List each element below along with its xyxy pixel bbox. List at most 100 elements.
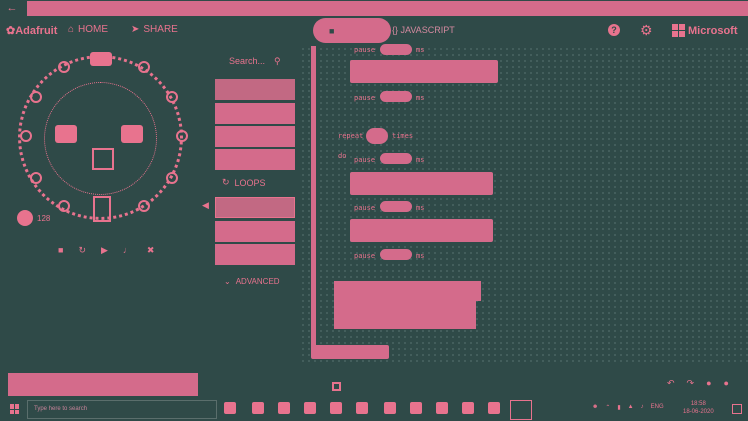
board-pad[interactable] bbox=[20, 130, 32, 142]
board-pad[interactable] bbox=[30, 172, 42, 184]
address-bar[interactable] bbox=[27, 1, 748, 16]
file-explorer-icon[interactable] bbox=[304, 402, 316, 414]
edge-icon[interactable] bbox=[278, 402, 290, 414]
button-a[interactable] bbox=[55, 125, 77, 143]
repeat-count-input[interactable] bbox=[366, 128, 388, 144]
toolbox-category[interactable] bbox=[215, 79, 295, 100]
light-sensor-readout[interactable]: 128 bbox=[17, 210, 50, 226]
app-icon[interactable] bbox=[488, 402, 500, 414]
store-icon[interactable] bbox=[330, 402, 342, 414]
board-pad[interactable] bbox=[58, 61, 70, 73]
board-pad[interactable] bbox=[166, 172, 178, 184]
toolbox-advanced[interactable]: ⌄ ADVANCED bbox=[224, 277, 280, 286]
active-window-icon[interactable] bbox=[510, 400, 532, 420]
mail-icon[interactable] bbox=[356, 402, 368, 414]
fullscreen-icon[interactable]: ✖ bbox=[147, 245, 155, 256]
toolbox-category[interactable] bbox=[215, 221, 295, 242]
redo-icon[interactable]: ↷ bbox=[687, 378, 695, 389]
board-pad[interactable] bbox=[166, 91, 178, 103]
board-pad[interactable] bbox=[30, 91, 42, 103]
undo-icon[interactable]: ↶ bbox=[667, 378, 675, 389]
chevron-up-icon[interactable]: ⌃ bbox=[605, 404, 610, 411]
code-block[interactable] bbox=[334, 301, 476, 329]
toolbox-category[interactable] bbox=[215, 149, 295, 170]
pause-block[interactable]: pause bbox=[354, 252, 375, 260]
pause-value-dropdown[interactable] bbox=[380, 249, 412, 260]
taskbar-clock[interactable]: 18:58 18-06-2020 bbox=[683, 400, 714, 416]
simulator-toolbar: ■ ↻ ▶ ♩ ✖ bbox=[58, 245, 154, 256]
button-b[interactable] bbox=[121, 125, 143, 143]
board-pad[interactable] bbox=[58, 200, 70, 212]
mute-icon[interactable]: ♩ bbox=[123, 245, 132, 256]
home-label: HOME bbox=[78, 24, 109, 35]
clock-time: 18:58 bbox=[690, 401, 706, 407]
logo-text: Adafruit bbox=[15, 25, 58, 37]
castle-icon bbox=[93, 196, 111, 222]
pause-block[interactable]: pause bbox=[354, 204, 375, 212]
code-block[interactable] bbox=[350, 60, 498, 83]
slowmo-icon[interactable]: ▶ bbox=[101, 245, 108, 256]
home-button[interactable]: ⌂ HOME bbox=[68, 24, 108, 35]
toolbox-loops-header[interactable]: ↻ LOOPS bbox=[222, 177, 266, 188]
block-unit: ms bbox=[416, 94, 425, 102]
network-icon[interactable]: ▲ bbox=[628, 404, 634, 411]
js-tab-label: JAVASCRIPT bbox=[400, 25, 455, 35]
code-block[interactable] bbox=[350, 219, 493, 242]
board-pad[interactable] bbox=[176, 130, 188, 142]
notifications-icon[interactable] bbox=[732, 404, 742, 414]
battery-icon[interactable]: ▮ bbox=[617, 404, 620, 411]
download-icon[interactable] bbox=[332, 382, 341, 391]
toolbox-category[interactable] bbox=[215, 244, 295, 265]
collapse-arrow-icon[interactable]: ◀ bbox=[202, 200, 209, 211]
tab-blocks[interactable]: ■ bbox=[313, 18, 391, 43]
adafruit-logo[interactable]: ✿Adafruit bbox=[6, 24, 57, 37]
help-icon[interactable]: ? bbox=[608, 24, 620, 36]
chevron-down-icon: ⌄ bbox=[224, 277, 231, 286]
gear-icon[interactable]: ⚙ bbox=[640, 22, 653, 39]
code-block[interactable] bbox=[350, 172, 493, 195]
task-view-icon[interactable] bbox=[252, 402, 264, 414]
block-keyword: pause bbox=[354, 94, 376, 102]
home-icon: ⌂ bbox=[68, 24, 75, 35]
block-keyword: pause bbox=[354, 46, 376, 54]
board-pad[interactable] bbox=[138, 61, 150, 73]
pause-block[interactable]: pause bbox=[354, 94, 375, 102]
app-icon[interactable] bbox=[384, 402, 396, 414]
code-block[interactable] bbox=[334, 281, 481, 301]
pause-block[interactable]: pause bbox=[354, 156, 375, 164]
pause-value-dropdown[interactable] bbox=[380, 153, 412, 164]
stop-icon[interactable]: ■ bbox=[58, 245, 63, 256]
tab-javascript[interactable]: {} JAVASCRIPT bbox=[392, 25, 455, 35]
pause-value-dropdown[interactable] bbox=[380, 91, 412, 102]
light-sensor-icon bbox=[17, 210, 33, 226]
advanced-label: ADVANCED bbox=[235, 277, 280, 286]
toolbox-category-selected[interactable] bbox=[215, 197, 295, 218]
app-icon[interactable] bbox=[410, 402, 422, 414]
zoom-out-icon[interactable]: ● bbox=[706, 378, 711, 389]
toolbox-category[interactable] bbox=[215, 126, 295, 147]
forever-block-spine[interactable] bbox=[311, 46, 316, 356]
cortana-icon[interactable] bbox=[224, 402, 236, 414]
back-arrow-icon[interactable]: ← bbox=[4, 1, 20, 15]
repeat-block[interactable]: repeat bbox=[338, 132, 363, 140]
taskbar-search-input[interactable]: Type here to search bbox=[27, 400, 217, 419]
language-indicator[interactable]: ENG bbox=[651, 404, 664, 411]
microsoft-logo[interactable]: Microsoft bbox=[672, 24, 738, 37]
app-icon[interactable] bbox=[462, 402, 474, 414]
windows-start-icon[interactable] bbox=[10, 404, 20, 414]
search-icon[interactable]: ⚲ bbox=[274, 56, 281, 67]
forever-block-end[interactable] bbox=[311, 345, 389, 359]
share-button[interactable]: ➤ SHARE bbox=[131, 24, 178, 35]
volume-icon[interactable]: ♪ bbox=[641, 404, 644, 411]
pause-value-dropdown[interactable] bbox=[380, 44, 412, 55]
people-icon[interactable]: ☻ bbox=[592, 404, 598, 411]
zoom-in-icon[interactable]: ● bbox=[724, 378, 729, 389]
toolbox-category[interactable] bbox=[215, 103, 295, 124]
toolbox-search[interactable]: Search... bbox=[229, 56, 265, 66]
restart-icon[interactable]: ↻ bbox=[78, 245, 86, 256]
pause-block[interactable]: pause bbox=[354, 46, 375, 54]
board-pad[interactable] bbox=[138, 200, 150, 212]
pause-value-dropdown[interactable] bbox=[380, 201, 412, 212]
app-icon[interactable] bbox=[436, 402, 448, 414]
project-name-input[interactable] bbox=[8, 373, 198, 396]
